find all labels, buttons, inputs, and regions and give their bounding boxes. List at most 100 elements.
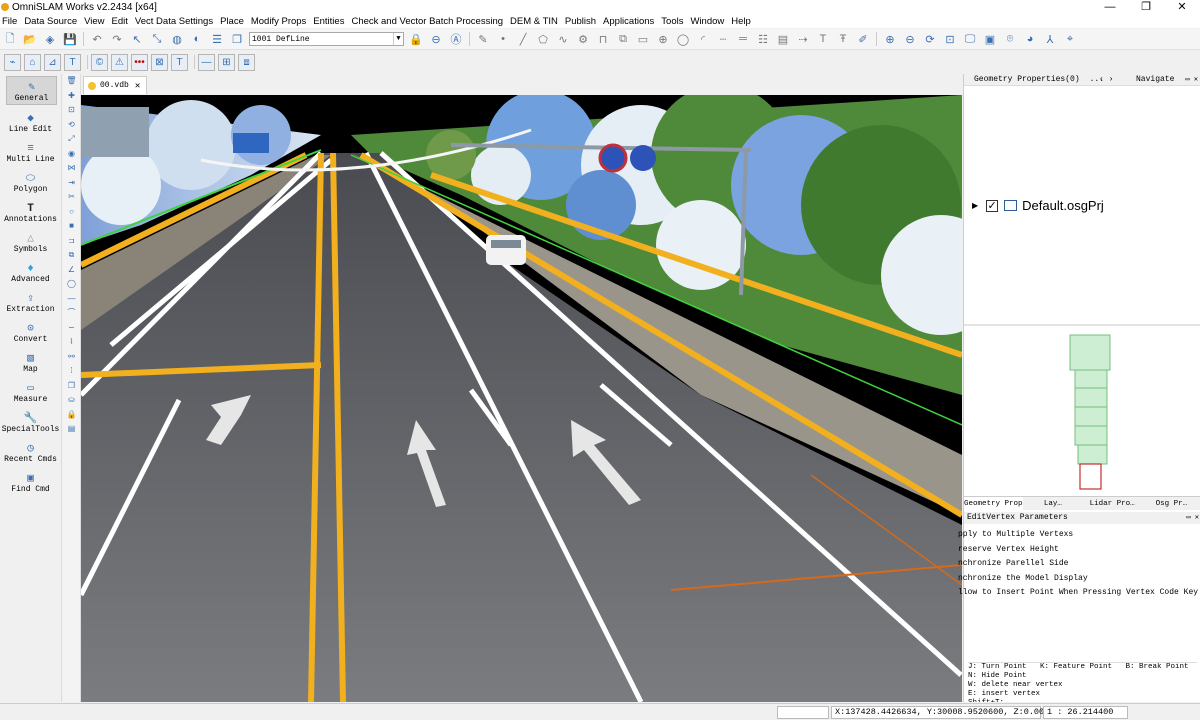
gear-icon[interactable]: ⚙ xyxy=(573,29,593,49)
snap-point-icon[interactable]: ⌁ xyxy=(4,53,21,71)
bracket-icon[interactable]: ⊓ xyxy=(593,29,613,49)
arrow-right-line-icon[interactable]: ⇢ xyxy=(793,29,813,49)
extend-icon[interactable]: ⇥ xyxy=(63,176,80,191)
redo-icon[interactable]: ↷ xyxy=(107,29,127,49)
option-sync-parallel[interactable]: nchronize Parellel Side xyxy=(958,557,1200,572)
dots-line-icon[interactable]: ••• xyxy=(131,53,148,71)
split-icon[interactable]: ⧉ xyxy=(613,29,633,49)
circle-icon[interactable]: ◯ xyxy=(673,29,693,49)
break-icon[interactable]: ⋈ xyxy=(63,161,80,176)
paint-icon[interactable]: ⛀ xyxy=(63,393,80,408)
menu-dem-tin[interactable]: DEM & TIN xyxy=(507,16,562,27)
menu-window[interactable]: Window xyxy=(687,16,728,27)
join-icon[interactable]: ⊐ xyxy=(63,234,80,249)
menu-edit[interactable]: Edit xyxy=(108,16,131,27)
sphere-icon[interactable]: ◐ xyxy=(187,29,207,49)
line-icon[interactable]: ╱ xyxy=(513,29,533,49)
option-apply-multiple[interactable]: pply to Multiple Vertexs xyxy=(958,528,1200,543)
dash-line-icon[interactable]: ┄ xyxy=(713,29,733,49)
minus-circle-icon[interactable]: ⊖ xyxy=(426,29,446,49)
grid-icon[interactable]: ⊞ xyxy=(218,53,235,71)
grid-lines-icon[interactable]: ☷ xyxy=(753,29,773,49)
category-recent-cmds[interactable]: ◷ Recent Cmds xyxy=(0,435,61,465)
monitor-icon[interactable]: 🖵 xyxy=(960,29,980,49)
snap-vertex-icon[interactable]: ⌂ xyxy=(24,53,41,71)
globe-icon[interactable]: ◍ xyxy=(167,29,187,49)
trash-icon[interactable]: 🗑 xyxy=(63,74,80,89)
select-icon[interactable]: ↖ xyxy=(127,29,147,49)
link-icon[interactable]: ⚯ xyxy=(63,350,80,365)
snap-icon[interactable]: ⌾ xyxy=(1000,29,1020,49)
text-style-icon[interactable]: T xyxy=(171,53,188,71)
curve-tool-icon[interactable]: ∽ xyxy=(63,321,80,336)
tree-node-default-project[interactable]: ▶ ✓ Default.osgPrj xyxy=(972,198,1104,214)
text-box-icon[interactable]: Ⓐ xyxy=(446,29,466,49)
expand-arrow-icon[interactable]: ▶ xyxy=(972,201,978,210)
category-polygon[interactable]: ⬭ Polygon xyxy=(0,165,61,195)
pentagon-icon[interactable]: ⬠ xyxy=(533,29,553,49)
eye-icon[interactable]: ◉ xyxy=(63,147,80,162)
category-annotations[interactable]: T Annotations xyxy=(0,195,61,225)
brush-icon[interactable]: ✐ xyxy=(853,29,873,49)
arc-tool-icon[interactable]: ⌒ xyxy=(63,306,80,321)
rotate-icon[interactable]: ⟲ xyxy=(63,118,80,133)
category-extraction[interactable]: ⇪ Extraction xyxy=(0,285,61,315)
undo-icon[interactable]: ↶ xyxy=(87,29,107,49)
category-measure[interactable]: ▭ Measure xyxy=(0,375,61,405)
close-button[interactable]: ✕ xyxy=(1164,0,1200,14)
open-folder-icon[interactable]: 📂 xyxy=(20,29,40,49)
option-preserve-height[interactable]: reserve Vertex Height xyxy=(958,543,1200,558)
menu-publish[interactable]: Publish xyxy=(561,16,599,27)
deselect-icon[interactable]: ⤡ xyxy=(147,29,167,49)
copy-icon[interactable]: ❐ xyxy=(227,29,247,49)
pin-icon[interactable]: ⌇ xyxy=(63,335,80,350)
close-tab-icon[interactable]: ✕ xyxy=(135,81,140,91)
tag-icon[interactable]: ⌖ xyxy=(1060,29,1080,49)
maximize-button[interactable]: ❐ xyxy=(1128,0,1164,14)
save-icon[interactable]: 💾 xyxy=(60,29,80,49)
move-icon[interactable]: ✚ xyxy=(63,89,80,104)
zoom-in-icon[interactable]: ⊕ xyxy=(880,29,900,49)
category-multi-line[interactable]: ≡ Multi Line xyxy=(0,135,61,165)
tab-lidar-properties[interactable]: Lidar Pro… xyxy=(1083,497,1142,510)
layers-icon[interactable]: ◈ xyxy=(40,29,60,49)
chevron-down-icon[interactable]: ▼ xyxy=(393,33,403,45)
panel-nav-arrows[interactable]: ‹ › xyxy=(1099,75,1113,84)
menu-check-batch[interactable]: Check and Vector Batch Processing xyxy=(348,16,507,27)
rectangle-icon[interactable]: ▭ xyxy=(633,29,653,49)
line-style-icon[interactable]: — xyxy=(198,53,215,71)
category-line-edit[interactable]: ◆ Line Edit xyxy=(0,105,61,135)
menu-place[interactable]: Place xyxy=(217,16,248,27)
circle-plus-icon[interactable]: ⊕ xyxy=(653,29,673,49)
parallel-icon[interactable]: ═ xyxy=(733,29,753,49)
option-insert-point[interactable]: llow to Insert Point When Pressing Verte… xyxy=(958,586,1200,601)
image-icon[interactable]: ▣ xyxy=(980,29,1000,49)
category-general[interactable]: ✎ General xyxy=(6,76,57,105)
text-t-icon[interactable]: T xyxy=(813,29,833,49)
menu-data-source[interactable]: Data Source xyxy=(21,16,81,27)
panel-window-controls[interactable]: ▭ ✕ xyxy=(1185,75,1198,84)
text-t2-icon[interactable]: Ŧ xyxy=(833,29,853,49)
point-icon[interactable]: • xyxy=(493,29,513,49)
new-file-icon[interactable]: 🗋 xyxy=(0,29,20,49)
lock-icon[interactable]: 🔒 xyxy=(406,29,426,49)
node-icon[interactable]: ⊡ xyxy=(63,103,80,118)
category-symbols[interactable]: △ Symbols xyxy=(0,225,61,255)
document-tab[interactable]: 00.vdb ✕ xyxy=(83,76,147,94)
category-specialtools[interactable]: 🔧 SpecialTools xyxy=(0,405,61,435)
option-sync-model[interactable]: nchronize the Model Display xyxy=(958,572,1200,587)
split-tool-icon[interactable]: ⁞ xyxy=(63,364,80,379)
visibility-checkbox[interactable]: ✓ xyxy=(986,199,999,212)
layer-code-select[interactable]: 1001 DefLine ▼ xyxy=(249,32,404,46)
tab-osg-properties[interactable]: Osg Pr… xyxy=(1142,497,1200,510)
snap-text-icon[interactable]: T xyxy=(64,53,81,71)
view-3d-icon[interactable]: ◕ xyxy=(1020,29,1040,49)
square-tool-icon[interactable]: ■ xyxy=(63,219,80,234)
refresh-icon[interactable]: ⟳ xyxy=(920,29,940,49)
category-advanced[interactable]: ♦ Advanced xyxy=(0,255,61,285)
copyright-icon[interactable]: © xyxy=(91,53,108,71)
lock-tool-icon[interactable]: 🔒 xyxy=(63,408,80,423)
menu-tools[interactable]: Tools xyxy=(658,16,687,27)
tab-layers[interactable]: Lay… xyxy=(1023,497,1082,510)
arc-icon[interactable]: ◜ xyxy=(693,29,713,49)
